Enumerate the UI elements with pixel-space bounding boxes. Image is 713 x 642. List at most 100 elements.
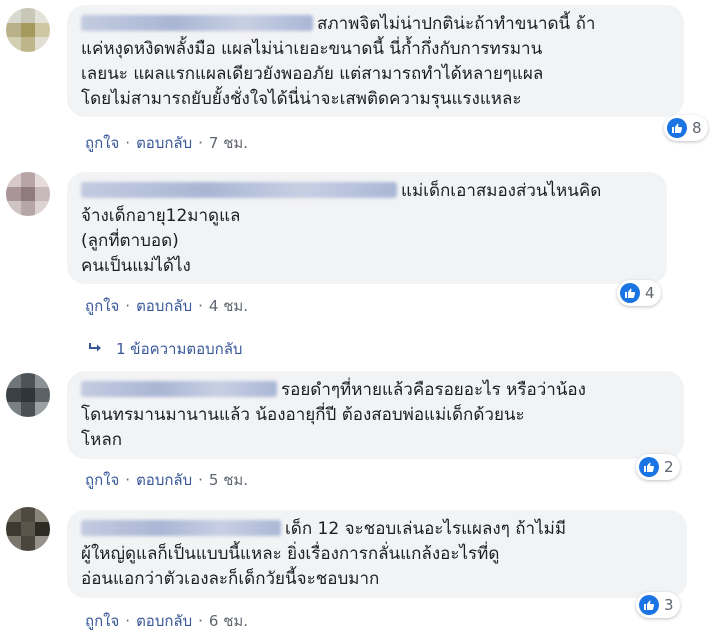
comment-line: คนเป็นแม่ได้ไง (81, 256, 191, 276)
comment-line: โดยไม่สามารถยับยั้งชั่งใจได้นี่น่าจะเสพต… (81, 89, 522, 109)
comment-bubble: แม่เด็กเอาสมองส่วนไหนคิด จ้างเด็กอายุ12ม… (67, 172, 667, 284)
avatar-pixel (20, 402, 36, 417)
reply-link[interactable]: ตอบกลับ (136, 294, 192, 318)
avatar-pixel (6, 186, 21, 202)
like-link[interactable]: ถูกใจ (85, 609, 119, 633)
comment-line: แม่เด็กเอาสมองส่วนไหนคิด (401, 181, 602, 201)
timestamp[interactable]: 7 ชม. (209, 131, 248, 155)
reply-arrow-icon (88, 340, 104, 358)
commenter-name[interactable] (81, 15, 313, 31)
like-icon (620, 283, 640, 303)
avatar-pixel (35, 186, 50, 202)
comment-line: จ้างเด็กอายุ12มาดูแล (81, 206, 241, 226)
avatar-pixel (20, 536, 36, 551)
reply-link[interactable]: ตอบกลับ (136, 609, 192, 633)
avatar-pixel (35, 201, 50, 216)
avatar-pixel (6, 172, 21, 187)
avatar-pixel (6, 402, 21, 417)
comment-bubble: เด็ก 12 จะชอบเล่นอะไรแผลงๆ ถ้าไม่มี ผู้ใ… (67, 510, 687, 598)
comment-bubble: รอยดำๆที่หายแล้วคือรอยอะไร หรือว่าน้อง โ… (67, 371, 684, 459)
comment-line: รอยดำๆที่หายแล้วคือรอยอะไร หรือว่าน้อง (281, 380, 586, 400)
reaction-count[interactable]: 4 (617, 280, 661, 306)
avatar-pixel (35, 521, 50, 537)
separator: · (198, 612, 203, 630)
commenter-name[interactable] (81, 520, 281, 536)
avatar-pixel (6, 521, 21, 537)
avatar-pixel (20, 22, 36, 38)
avatar-pixel (20, 201, 36, 216)
comment-actions: ถูกใจ · ตอบกลับ · 6 ชม. (85, 609, 248, 633)
like-icon (639, 457, 659, 477)
comment-bubble: สภาพจิตไม่น่าปกติน่ะถ้าทำขนาดนี้ ถ้า แค่… (67, 5, 684, 117)
avatar-pixel (6, 22, 21, 38)
avatar-pixel (20, 507, 36, 522)
avatar-pixel (20, 387, 36, 403)
reply-link[interactable]: ตอบกลับ (136, 131, 192, 155)
separator: · (125, 134, 131, 152)
comment-line: เด็ก 12 จะชอบเล่นอะไรแผลงๆ ถ้าไม่มี (285, 519, 567, 539)
reaction-number: 3 (664, 596, 674, 614)
reply-link[interactable]: ตอบกลับ (136, 468, 192, 492)
comment-line: เลยนะ แผลแรกแผลเดียวยังพออภัย แต่สามารถท… (81, 64, 544, 84)
comment-line: แค่หงุดหงิดพลั้งมือ แผลไม่น่าเยอะขนาดนี้… (81, 39, 543, 59)
like-icon (639, 595, 659, 615)
avatar-pixel (35, 402, 50, 417)
reaction-count[interactable]: 2 (636, 454, 680, 480)
separator: · (125, 612, 131, 630)
avatar-pixel (35, 507, 50, 522)
avatar-pixel (35, 536, 50, 551)
separator: · (198, 297, 203, 315)
comment-line: โดนทรมานมานานแล้ว น้องอายุกี่ปี ต้องสอบพ… (81, 405, 525, 425)
avatar-pixel (6, 37, 21, 52)
reaction-number: 4 (645, 284, 655, 302)
comment-line: (ลูกที่ตาบอด) (81, 231, 179, 251)
timestamp[interactable]: 5 ชม. (209, 468, 248, 492)
avatar-pixel (20, 373, 36, 388)
avatar-pixel (20, 521, 36, 537)
separator: · (125, 471, 131, 489)
timestamp[interactable]: 6 ชม. (209, 609, 248, 633)
commenter-name[interactable] (81, 381, 277, 397)
avatar[interactable] (6, 507, 50, 551)
avatar-pixel (6, 387, 21, 403)
separator: · (198, 471, 203, 489)
like-icon (667, 118, 687, 138)
like-link[interactable]: ถูกใจ (85, 294, 119, 318)
reaction-number: 2 (664, 458, 674, 476)
avatar-pixel (6, 8, 21, 23)
avatar-pixel (35, 373, 50, 388)
avatar-pixel (20, 37, 36, 52)
avatar[interactable] (6, 373, 50, 417)
avatar-pixel (35, 387, 50, 403)
separator: · (198, 134, 203, 152)
avatar[interactable] (6, 8, 50, 52)
avatar-pixel (6, 201, 21, 216)
avatar-pixel (35, 172, 50, 187)
commenter-name[interactable] (81, 182, 397, 198)
reaction-number: 8 (692, 119, 702, 137)
reaction-count[interactable]: 3 (636, 592, 680, 618)
like-link[interactable]: ถูกใจ (85, 131, 119, 155)
separator: · (125, 297, 131, 315)
avatar-pixel (35, 8, 50, 23)
comment-line: อ่อนแอกว่าตัวเองละก็เด็กวัยนี้จะชอบมาก (81, 569, 380, 589)
avatar-pixel (6, 536, 21, 551)
comment-actions: ถูกใจ · ตอบกลับ · 7 ชม. (85, 131, 248, 155)
avatar-pixel (6, 373, 21, 388)
replies-label: 1 ข้อความตอบกลับ (116, 340, 243, 358)
avatar-pixel (35, 22, 50, 38)
avatar-pixel (20, 186, 36, 202)
comment-line: โหลก (81, 430, 123, 450)
view-replies-link[interactable]: 1 ข้อความตอบกลับ (88, 337, 242, 361)
avatar-pixel (6, 507, 21, 522)
avatar-pixel (20, 8, 36, 23)
avatar-pixel (20, 172, 36, 187)
avatar-pixel (35, 37, 50, 52)
comment-actions: ถูกใจ · ตอบกลับ · 4 ชม. (85, 294, 248, 318)
comment-line: ผู้ใหญ่ดูแลก็เป็นแบบนี้แหละ ยิ่งเรื่องกา… (81, 544, 500, 564)
comment-line: สภาพจิตไม่น่าปกติน่ะถ้าทำขนาดนี้ ถ้า (317, 14, 596, 34)
like-link[interactable]: ถูกใจ (85, 468, 119, 492)
reaction-count[interactable]: 8 (664, 115, 708, 141)
avatar[interactable] (6, 172, 50, 216)
timestamp[interactable]: 4 ชม. (209, 294, 248, 318)
